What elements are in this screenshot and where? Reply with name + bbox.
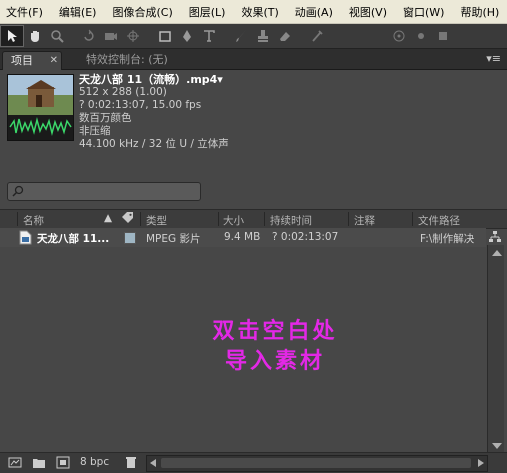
tab-project[interactable]: 项目 ✕ (2, 51, 62, 70)
selection-tool-icon[interactable] (0, 25, 24, 47)
bit-depth-button[interactable]: 8 bpc (80, 456, 109, 468)
clone-stamp-tool-icon[interactable] (252, 26, 274, 46)
row-size: 9.4 MB (224, 231, 261, 243)
scroll-down-icon[interactable] (492, 443, 502, 449)
menu-edit[interactable]: 编辑(E) (59, 4, 97, 20)
column-divider (412, 212, 413, 226)
brush-tool-icon[interactable] (230, 26, 252, 46)
menu-file[interactable]: 文件(F) (6, 4, 43, 20)
column-divider (348, 212, 349, 226)
footage-duration: ? 0:02:13:07, 15.00 fps (79, 99, 202, 111)
zoom-tool-icon[interactable] (46, 26, 68, 46)
panel-tab-row: 项目 ✕ 特效控制台: (无) ▾≡ (0, 49, 507, 70)
column-divider (264, 212, 265, 226)
row-type: MPEG 影片 (146, 233, 201, 245)
menu-help[interactable]: 帮助(H) (460, 4, 499, 20)
search-icon (12, 185, 24, 197)
panel-menu-icon[interactable]: ▾≡ (486, 52, 501, 65)
menu-layer[interactable]: 图层(L) (189, 4, 226, 20)
pen-tool-icon[interactable] (176, 26, 198, 46)
footage-thumbnail (7, 74, 74, 141)
scroll-up-icon[interactable] (492, 250, 502, 256)
tab-effect-controls-label: 特效控制台: (无) (86, 53, 168, 66)
column-divider (140, 212, 141, 226)
footage-dimensions: 512 x 288 (1.00) (79, 86, 167, 98)
close-icon[interactable]: ✕ (50, 52, 58, 70)
project-list-header: 名称 ▲ 类型 大小 持续时间 注释 文件路径 (0, 209, 507, 229)
column-divider (218, 212, 219, 226)
column-size[interactable]: 大小 (223, 213, 244, 228)
axis-tool-icon[interactable] (388, 26, 410, 46)
column-divider (17, 212, 18, 226)
footage-audio: 44.100 kHz / 32 位 U / 立体声 (79, 138, 229, 150)
column-name[interactable]: 名称 (23, 213, 44, 228)
eraser-tool-icon[interactable] (274, 26, 296, 46)
column-comment[interactable]: 注释 (354, 213, 375, 228)
menu-window[interactable]: 窗口(W) (403, 4, 444, 20)
scroll-thumb[interactable] (161, 458, 471, 468)
footage-colors: 数百万颜色 (79, 112, 132, 124)
camera-tool-icon[interactable] (100, 26, 122, 46)
sort-ascending-icon[interactable]: ▲ (104, 212, 112, 224)
footage-info: 天龙八部 11（流畅）.mp4▾ 512 x 288 (1.00) ? 0:02… (79, 73, 229, 151)
row-duration: ? 0:02:13:07 (272, 231, 339, 243)
label-tag-icon[interactable] (121, 211, 135, 228)
import-hint-line1: 双击空白处 (212, 318, 338, 344)
menu-animation[interactable]: 动画(A) (295, 4, 333, 20)
menu-effect[interactable]: 效果(T) (241, 4, 278, 20)
toolbar-divider (68, 26, 78, 46)
toolbar-divider (144, 26, 154, 46)
flowchart-icon[interactable] (488, 230, 502, 244)
toolbar-divider (296, 26, 306, 46)
column-duration[interactable]: 持续时间 (270, 213, 312, 228)
menu-view[interactable]: 视图(V) (349, 4, 387, 20)
footage-file-icon (19, 230, 32, 248)
row-name: 天龙八部 11... (37, 233, 110, 245)
pan-behind-tool-icon[interactable] (122, 26, 144, 46)
menu-bar: 文件(F) 编辑(E) 图像合成(C) 图层(L) 效果(T) 动画(A) 视图… (0, 0, 507, 24)
footage-compression: 非压缩 (79, 125, 111, 137)
interpret-footage-icon[interactable] (8, 456, 22, 469)
table-row[interactable]: 天龙八部 11... MPEG 影片 9.4 MB ? 0:02:13:07 F… (0, 228, 486, 247)
import-hint-overlay: 双击空白处 导入素材 (175, 316, 375, 376)
puppet-tool-icon[interactable] (306, 26, 328, 46)
scroll-left-icon[interactable] (150, 459, 156, 467)
tools-toolbar (0, 24, 507, 49)
axis-view-icon[interactable] (432, 26, 454, 46)
menu-composition[interactable]: 图像合成(C) (112, 4, 172, 20)
tab-effect-controls[interactable]: 特效控制台: (无) (80, 51, 246, 69)
column-path[interactable]: 文件路径 (418, 213, 460, 228)
vertical-scrollbar[interactable] (487, 245, 504, 453)
axis-world-icon[interactable] (410, 26, 432, 46)
rotate-tool-icon[interactable] (78, 26, 100, 46)
label-color-swatch[interactable] (124, 232, 136, 244)
tab-project-label: 项目 (11, 54, 33, 67)
toolbar-divider (220, 26, 230, 46)
hand-tool-icon[interactable] (24, 26, 46, 46)
search-input[interactable] (7, 182, 201, 201)
project-bottom-bar: 8 bpc (0, 452, 507, 473)
import-hint-line2: 导入素材 (224, 348, 325, 374)
row-path: F:\制作解决 (420, 233, 475, 245)
type-tool-icon[interactable] (198, 26, 220, 46)
new-folder-icon[interactable] (32, 456, 46, 469)
scroll-right-icon[interactable] (478, 459, 484, 467)
mask-tool-icon[interactable] (154, 26, 176, 46)
new-composition-icon[interactable] (56, 456, 70, 469)
horizontal-scrollbar[interactable] (146, 455, 488, 472)
footage-name[interactable]: 天龙八部 11（流畅）.mp4▾ (79, 73, 229, 86)
trash-icon[interactable] (124, 456, 138, 469)
column-type[interactable]: 类型 (146, 213, 167, 228)
